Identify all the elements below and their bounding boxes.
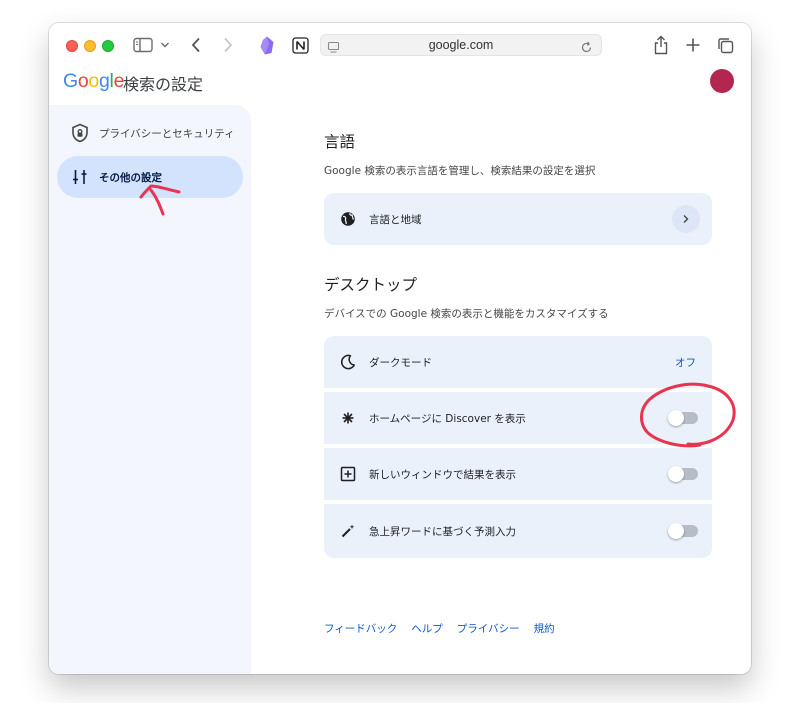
language-section-title: 言語 bbox=[324, 133, 356, 151]
sidebar-item-label: その他の設定 bbox=[99, 171, 162, 184]
account-avatar[interactable] bbox=[710, 69, 734, 93]
chevron-down-icon[interactable] bbox=[158, 38, 172, 52]
new-window-toggle[interactable] bbox=[668, 466, 698, 482]
discover-toggle[interactable] bbox=[668, 410, 698, 426]
share-icon[interactable] bbox=[652, 34, 670, 55]
moon-icon bbox=[338, 352, 358, 372]
reload-icon[interactable] bbox=[580, 39, 593, 53]
asterisk-icon bbox=[338, 408, 358, 428]
globe-icon bbox=[338, 209, 358, 229]
close-window-button[interactable] bbox=[66, 40, 78, 52]
shield-lock-icon bbox=[69, 122, 91, 144]
back-arrow-icon[interactable] bbox=[188, 36, 204, 54]
dark-mode-label: ダークモード bbox=[369, 356, 432, 369]
language-region-row[interactable]: 言語と地域 bbox=[324, 193, 712, 245]
language-section-description: Google 検索の表示言語を管理し、検索結果の設定を選択 bbox=[324, 165, 596, 177]
language-region-label: 言語と地域 bbox=[369, 213, 422, 226]
magic-wand-icon bbox=[338, 521, 358, 541]
footer-links: フィードバック ヘルプ プライバシー 規約 bbox=[324, 621, 555, 636]
sidebar-item-label: プライバシーとセキュリティ bbox=[99, 127, 235, 140]
notion-extension-icon[interactable] bbox=[291, 36, 309, 54]
logo-letter: g bbox=[98, 70, 110, 92]
address-bar[interactable]: google.com bbox=[320, 34, 602, 56]
google-logo[interactable]: Google bbox=[63, 70, 124, 93]
obsidian-extension-icon[interactable] bbox=[258, 35, 276, 55]
footer-link-privacy[interactable]: プライバシー bbox=[457, 621, 520, 636]
footer-link-terms[interactable]: 規約 bbox=[534, 621, 555, 636]
trending-autocomplete-label: 急上昇ワードに基づく予測入力 bbox=[369, 525, 516, 538]
page-header: Google 検索の設定 bbox=[49, 67, 751, 107]
minimize-window-button[interactable] bbox=[84, 40, 96, 52]
zoom-window-button[interactable] bbox=[102, 40, 114, 52]
trending-autocomplete-row[interactable]: 急上昇ワードに基づく予測入力 bbox=[324, 504, 712, 558]
footer-link-help[interactable]: ヘルプ bbox=[411, 621, 443, 636]
open-new-window-icon bbox=[338, 464, 358, 484]
logo-letter: G bbox=[63, 70, 78, 92]
chevron-right-icon[interactable] bbox=[672, 205, 700, 233]
logo-letter: o bbox=[77, 70, 89, 92]
dark-mode-row[interactable]: ダークモード オフ bbox=[324, 336, 712, 388]
desktop-section-description: デバイスでの Google 検索の表示と機能をカスタマイズする bbox=[324, 308, 609, 320]
sidebar-item-other-settings[interactable]: その他の設定 bbox=[57, 156, 243, 198]
browser-toolbar: google.com bbox=[49, 23, 751, 67]
discover-row[interactable]: ホームページに Discover を表示 bbox=[324, 392, 712, 444]
url-text: google.com bbox=[428, 38, 494, 52]
dark-mode-value: オフ bbox=[675, 356, 696, 369]
tab-overview-icon[interactable] bbox=[716, 36, 734, 54]
new-window-label: 新しいウィンドウで結果を表示 bbox=[369, 468, 516, 481]
trending-autocomplete-toggle[interactable] bbox=[668, 523, 698, 539]
discover-label: ホームページに Discover を表示 bbox=[369, 412, 526, 425]
desktop-settings-card: ダークモード オフ ホームページに Discover を表示 新しいウィンドウで… bbox=[324, 336, 712, 558]
settings-sidebar: プライバシーとセキュリティ その他の設定 bbox=[49, 105, 251, 674]
new-tab-plus-icon[interactable] bbox=[684, 36, 702, 54]
logo-letter: o bbox=[88, 70, 99, 92]
desktop-section-title: デスクトップ bbox=[324, 276, 418, 294]
browser-window: google.com Google 検索の設定 プライバシーとセキュリティ その… bbox=[49, 23, 751, 674]
new-window-row[interactable]: 新しいウィンドウで結果を表示 bbox=[324, 448, 712, 500]
sidebar-item-privacy-security[interactable]: プライバシーとセキュリティ bbox=[57, 112, 243, 154]
forward-arrow-icon[interactable] bbox=[220, 36, 236, 54]
footer-link-feedback[interactable]: フィードバック bbox=[324, 621, 397, 636]
sidebar-toggle-icon[interactable] bbox=[133, 37, 153, 53]
language-card: 言語と地域 bbox=[324, 193, 712, 245]
tune-sliders-icon bbox=[69, 166, 91, 188]
page-title: 検索の設定 bbox=[123, 75, 204, 94]
